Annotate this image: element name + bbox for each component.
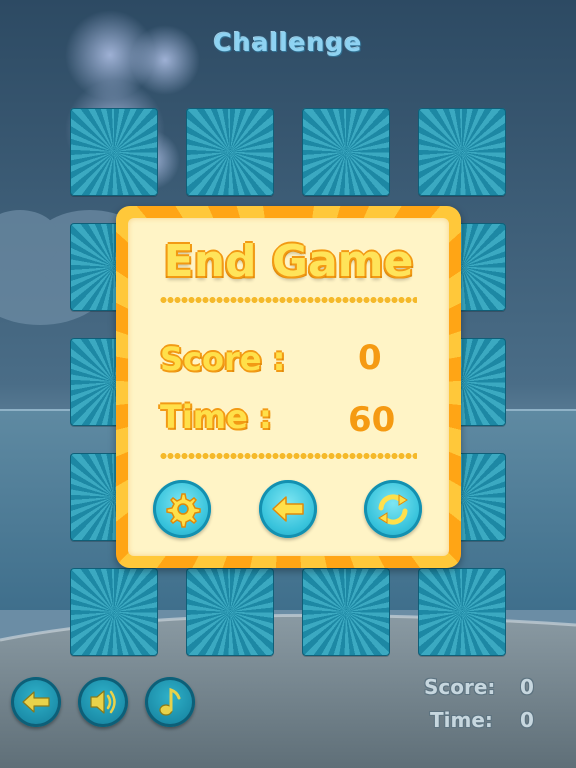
divider-bottom bbox=[160, 452, 417, 460]
settings-button[interactable] bbox=[153, 480, 211, 538]
hud-score-value: 0 bbox=[520, 675, 534, 699]
card-tile[interactable] bbox=[302, 568, 390, 656]
dialog-panel: End Game Score : 0 Time : 60 bbox=[128, 218, 449, 556]
restart-button[interactable] bbox=[364, 480, 422, 538]
hud-time-value: 0 bbox=[520, 708, 534, 732]
sound-button[interactable] bbox=[78, 677, 128, 727]
time-value: 60 bbox=[348, 400, 396, 440]
hud-score-label: Score: bbox=[424, 675, 496, 699]
card-tile[interactable] bbox=[418, 108, 506, 196]
bottom-back-button[interactable] bbox=[11, 677, 61, 727]
screen-title: Challenge bbox=[213, 28, 363, 57]
end-game-dialog: End Game Score : 0 Time : 60 bbox=[116, 206, 461, 568]
card-tile[interactable] bbox=[418, 568, 506, 656]
music-note-icon bbox=[159, 687, 181, 716]
card-tile[interactable] bbox=[70, 568, 158, 656]
arrow-left-icon bbox=[272, 496, 304, 522]
speaker-icon bbox=[90, 690, 116, 714]
card-tile[interactable] bbox=[186, 108, 274, 196]
card-tile[interactable] bbox=[70, 108, 158, 196]
dialog-heading: End Game bbox=[163, 236, 414, 287]
arrow-left-icon bbox=[22, 691, 50, 713]
back-button[interactable] bbox=[259, 480, 317, 538]
score-label: Score : bbox=[160, 340, 286, 378]
divider-top bbox=[160, 296, 417, 304]
time-label: Time : bbox=[160, 398, 272, 436]
card-tile[interactable] bbox=[186, 568, 274, 656]
hud-time-label: Time: bbox=[430, 708, 493, 732]
music-button[interactable] bbox=[145, 677, 195, 727]
card-tile[interactable] bbox=[302, 108, 390, 196]
gear-icon bbox=[166, 493, 201, 528]
refresh-icon bbox=[378, 494, 408, 525]
score-value: 0 bbox=[358, 338, 382, 378]
